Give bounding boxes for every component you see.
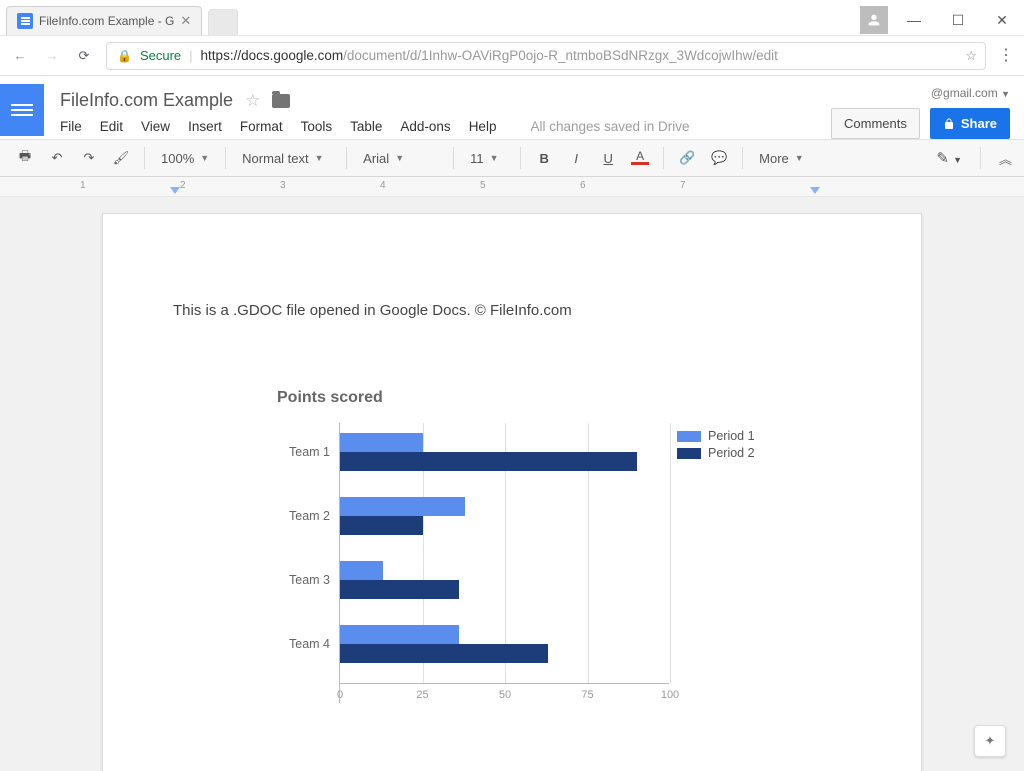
text-color-icon[interactable]: A (627, 145, 653, 171)
paint-format-icon[interactable]: 🖌 (108, 145, 134, 171)
chrome-menu-icon[interactable]: ⋮ (998, 54, 1014, 58)
more-tools[interactable]: More▼ (753, 151, 810, 166)
comments-button[interactable]: Comments (831, 108, 920, 139)
chart-category-label: Team 4 (289, 637, 330, 651)
chart-category-label: Team 2 (289, 509, 330, 523)
tab-title: FileInfo.com Example - G (39, 14, 174, 28)
new-tab-button[interactable] (208, 9, 238, 35)
window-maximize-button[interactable]: ☐ (936, 5, 980, 35)
share-button[interactable]: Share (930, 108, 1010, 139)
close-tab-icon[interactable]: ✕ (180, 13, 191, 29)
forward-button: → (42, 46, 62, 66)
docs-header: FileInfo.com Example ☆ File Edit View In… (0, 76, 1024, 139)
explore-button[interactable]: ✦ (974, 725, 1006, 757)
lock-icon (943, 118, 955, 130)
chart-bar (340, 433, 423, 452)
chart-title: Points scored (277, 389, 851, 407)
bookmark-star-icon[interactable]: ☆ (965, 48, 977, 64)
bold-icon[interactable]: B (531, 145, 557, 171)
chart-bar (340, 497, 465, 516)
chart-plot: 0255075100Team 1Team 2Team 3Team 4 Perio… (277, 423, 757, 723)
body-paragraph[interactable]: This is a .GDOC file opened in Google Do… (173, 302, 851, 319)
insert-comment-icon[interactable]: 💬 (706, 145, 732, 171)
underline-icon[interactable]: U (595, 145, 621, 171)
chart-bar (340, 644, 548, 663)
tab-strip: FileInfo.com Example - G ✕ (0, 0, 238, 35)
menu-insert[interactable]: Insert (188, 119, 222, 134)
chart-container[interactable]: Points scored 0255075100Team 1Team 2Team… (277, 389, 851, 723)
chart-category-label: Team 3 (289, 573, 330, 587)
chart-bar (340, 580, 459, 599)
lock-icon: 🔒 (117, 49, 132, 63)
window-close-button[interactable]: ✕ (980, 5, 1024, 35)
save-status: All changes saved in Drive (530, 119, 689, 134)
docs-logo-icon[interactable] (0, 84, 44, 136)
browser-titlebar: FileInfo.com Example - G ✕ — ☐ ✕ (0, 0, 1024, 36)
docs-toolbar: 🖶 ↶ ↷ 🖌 100%▼ Normal text▼ Arial▼ 11▼ B … (0, 139, 1024, 177)
styles-select[interactable]: Normal text▼ (236, 151, 336, 166)
url-field[interactable]: 🔒 Secure | https://docs.google.com/docum… (106, 42, 986, 70)
account-label[interactable]: @gmail.com ▼ (931, 86, 1010, 100)
secure-label: Secure (140, 48, 181, 63)
ruler-indent-marker[interactable] (170, 187, 180, 194)
star-icon[interactable]: ☆ (245, 91, 260, 111)
menu-file[interactable]: File (60, 119, 82, 134)
menu-help[interactable]: Help (469, 119, 497, 134)
chart-bar (340, 516, 423, 535)
print-icon[interactable]: 🖶 (12, 145, 38, 171)
menu-edit[interactable]: Edit (100, 119, 123, 134)
collapse-toolbar-icon[interactable]: ︽ (999, 149, 1012, 168)
ruler-right-marker[interactable] (810, 187, 820, 194)
menu-format[interactable]: Format (240, 119, 283, 134)
move-folder-icon[interactable] (272, 94, 290, 108)
docs-favicon-icon (17, 13, 33, 29)
redo-icon[interactable]: ↷ (76, 145, 102, 171)
font-select[interactable]: Arial▼ (357, 151, 443, 166)
chart-bar (340, 452, 637, 471)
back-button[interactable]: ← (10, 46, 30, 66)
menu-tools[interactable]: Tools (301, 119, 333, 134)
editor-canvas: This is a .GDOC file opened in Google Do… (0, 197, 1024, 771)
chart-category-label: Team 1 (289, 445, 330, 459)
zoom-select[interactable]: 100%▼ (155, 151, 215, 166)
chart-bar (340, 625, 459, 644)
document-page[interactable]: This is a .GDOC file opened in Google Do… (102, 213, 922, 771)
insert-link-icon[interactable]: 🔗 (674, 145, 700, 171)
menu-bar: File Edit View Insert Format Tools Table… (60, 119, 821, 134)
menu-addons[interactable]: Add-ons (400, 119, 450, 134)
menu-view[interactable]: View (141, 119, 170, 134)
reload-button[interactable]: ⟳ (74, 46, 94, 66)
browser-tab[interactable]: FileInfo.com Example - G ✕ (6, 6, 202, 35)
browser-address-bar: ← → ⟳ 🔒 Secure | https://docs.google.com… (0, 36, 1024, 76)
undo-icon[interactable]: ↶ (44, 145, 70, 171)
chart-bar (340, 561, 383, 580)
url-text: https://docs.google.com/document/d/1Inhw… (201, 48, 778, 63)
document-title[interactable]: FileInfo.com Example (60, 90, 233, 111)
menu-table[interactable]: Table (350, 119, 382, 134)
italic-icon[interactable]: I (563, 145, 589, 171)
horizontal-ruler[interactable]: 1 2 3 4 5 6 7 (0, 177, 1024, 197)
window-minimize-button[interactable]: — (892, 5, 936, 35)
editing-mode-icon[interactable]: ✎ ▼ (936, 149, 962, 167)
chrome-profile-icon[interactable] (860, 6, 888, 34)
font-size-select[interactable]: 11▼ (464, 151, 510, 166)
chart-legend: Period 1 Period 2 (677, 429, 755, 463)
